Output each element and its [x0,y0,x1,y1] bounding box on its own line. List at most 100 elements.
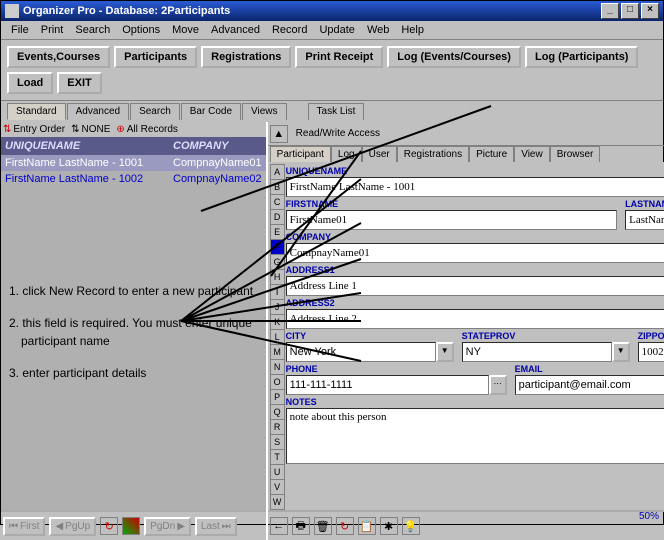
phone-field[interactable]: ⋯ [286,375,507,395]
new-icon[interactable]: ✱ [380,517,398,535]
letter-K[interactable]: K [270,314,285,330]
zoom-label: 50% [639,511,659,522]
maximize-button[interactable]: □ [621,3,639,19]
letter-V[interactable]: V [270,479,285,495]
letter-U[interactable]: U [270,464,285,480]
letter-M[interactable]: M [270,344,285,360]
close-button[interactable]: × [641,3,659,19]
letter-X[interactable]: X [270,509,285,510]
letter-R[interactable]: R [270,419,285,435]
annotations: 1. click New Record to enter a new parti… [9,282,266,396]
trash-icon[interactable]: 🗑 [314,517,332,535]
copy-icon[interactable]: 📋 [358,517,376,535]
letter-G[interactable]: G [270,254,285,270]
letter-E[interactable]: E [270,224,285,240]
letter-A[interactable]: A [270,164,285,180]
menu-help[interactable]: Help [395,22,430,38]
uniquename-field[interactable] [286,177,664,197]
minimize-button[interactable]: _ [601,3,619,19]
menu-options[interactable]: Options [116,22,166,38]
btn-registrations[interactable]: Registrations [201,46,291,68]
letter-O[interactable]: O [270,374,285,390]
btn-events[interactable]: Events,Courses [7,46,110,68]
city-combo[interactable]: ▼ [286,342,454,362]
filter-all[interactable]: ⊕All Records [116,124,178,135]
menu-web[interactable]: Web [361,22,395,38]
lastname-field[interactable] [625,210,664,230]
refresh-icon[interactable]: ↻ [336,517,354,535]
tab-search[interactable]: Search [130,103,180,120]
letter-J[interactable]: J [270,299,285,315]
btn-exit[interactable]: EXIT [57,72,101,94]
nav-pgup[interactable]: ◀PgUp [49,517,96,536]
tab-log[interactable]: Log [331,146,362,162]
list-row[interactable]: FirstName LastName - 1001 CompnayName01 [1,155,266,171]
nav-last[interactable]: Last⏭ [195,517,237,536]
menu-print[interactable]: Print [35,22,70,38]
col-uniquename[interactable]: UNIQUENAME [1,137,169,155]
tab-advanced[interactable]: Advanced [67,103,129,120]
sort-entry[interactable]: ⇅Entry Order [3,124,65,135]
tab-tasklist[interactable]: Task List [308,103,365,120]
address2-field[interactable] [286,309,664,329]
tab-user[interactable]: User [362,146,397,162]
letter-Q[interactable]: Q [270,404,285,420]
letter-F[interactable]: F [270,239,285,255]
address1-field[interactable] [286,276,664,296]
menu-record[interactable]: Record [266,22,313,38]
letter-P[interactable]: P [270,389,285,405]
tab-views[interactable]: Views [242,103,287,120]
tab-picture[interactable]: Picture [469,146,514,162]
menu-update[interactable]: Update [313,22,360,38]
btn-log-participants[interactable]: Log (Participants) [525,46,639,68]
btn-participants[interactable]: Participants [114,46,197,68]
tab-browser[interactable]: Browser [550,146,601,162]
hint-2: 2. this field is required. You must ente… [9,314,266,350]
menu-file[interactable]: File [5,22,35,38]
tab-standard[interactable]: Standard [7,103,66,120]
email-field[interactable]: ⋯ [515,375,664,395]
nav-first[interactable]: ⏮First [3,517,45,536]
btn-print-receipt[interactable]: Print Receipt [295,46,383,68]
grid-icon[interactable] [122,517,140,535]
sort-none[interactable]: ⇅NONE [71,124,110,135]
left-tabs: Standard Advanced Search Bar Code Views … [1,101,663,122]
letter-T[interactable]: T [270,449,285,465]
notes-field[interactable] [286,408,664,464]
record-toolbar: ▲ Read/Write Access Save Record New Reco… [268,122,664,146]
bulb-icon[interactable]: 💡 [402,517,420,535]
letter-N[interactable]: N [270,359,285,375]
letter-D[interactable]: D [270,209,285,225]
refresh-icon[interactable]: ↻ [100,517,118,535]
btn-load[interactable]: Load [7,72,53,94]
tab-participant[interactable]: Participant [270,146,331,162]
letter-B[interactable]: B [270,179,285,195]
company-field[interactable] [286,243,664,263]
menu-advanced[interactable]: Advanced [205,22,266,38]
tab-registrations[interactable]: Registrations [397,146,469,162]
chevron-down-icon: ▼ [612,342,630,362]
tab-view[interactable]: View [514,146,550,162]
col-company[interactable]: COMPANY [169,137,266,155]
tab-barcode[interactable]: Bar Code [181,103,241,120]
letter-H[interactable]: H [270,269,285,285]
letter-L[interactable]: L [270,329,285,345]
list-row[interactable]: FirstName LastName - 1002 CompnayName02 [1,171,266,187]
letter-C[interactable]: C [270,194,285,210]
zip-field[interactable] [638,342,664,362]
btn-log-events[interactable]: Log (Events/Courses) [387,46,521,68]
letter-I[interactable]: I [270,284,285,300]
back-icon[interactable]: ← [270,517,288,535]
menu-search[interactable]: Search [69,22,116,38]
letter-W[interactable]: W [270,494,285,510]
letter-S[interactable]: S [270,434,285,450]
expand-icon[interactable]: ▲ [270,125,288,143]
state-combo[interactable]: ▼ [462,342,630,362]
print-icon[interactable]: 🖶 [292,517,310,535]
left-footer: ⏮First ◀PgUp ↻ PgDn▶ Last⏭ [1,510,266,540]
hint-1: 1. click New Record to enter a new parti… [9,282,266,300]
firstname-field[interactable] [286,210,618,230]
nav-pgdn[interactable]: PgDn▶ [144,517,191,536]
window-title: Organizer Pro - Database: 2Participants [23,5,230,17]
menu-move[interactable]: Move [166,22,205,38]
